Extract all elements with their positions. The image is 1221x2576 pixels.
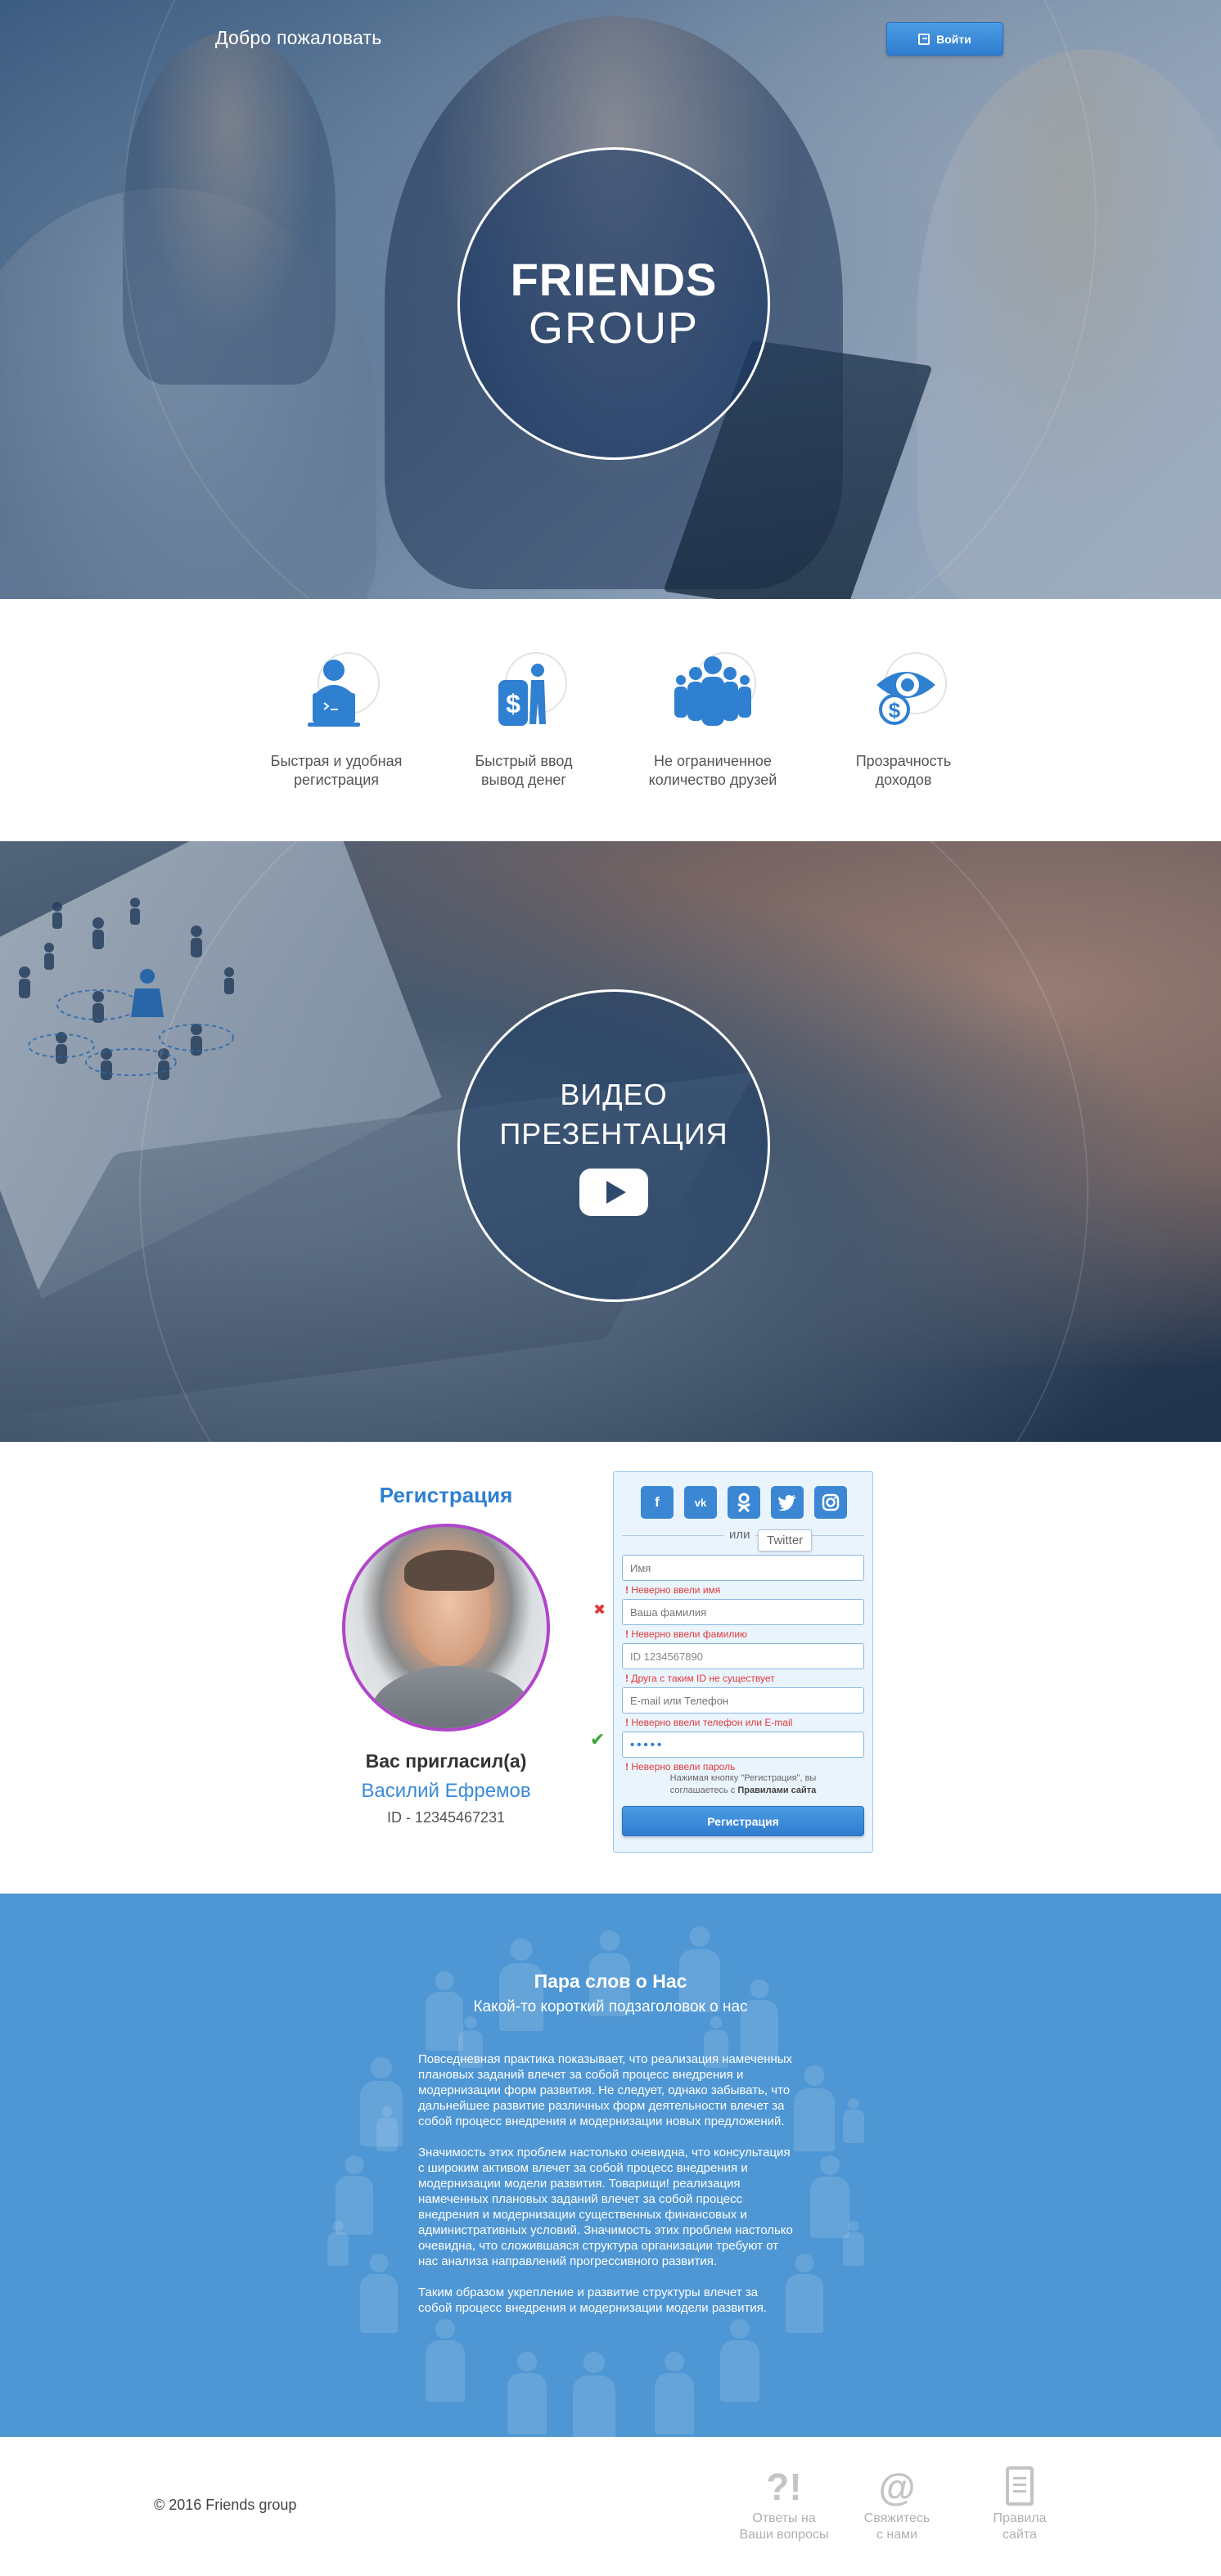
document-icon — [1006, 2466, 1034, 2506]
site-rules-link[interactable]: Правилами сайта — [737, 1786, 816, 1795]
background-person-silhouette — [573, 2352, 615, 2437]
logo-line-2: GROUP — [528, 304, 700, 353]
play-button[interactable] — [579, 1169, 648, 1216]
logo-line-1: FRIENDS — [510, 254, 718, 305]
first-name-error: Неверно ввели имя — [625, 1584, 720, 1596]
faq-link[interactable]: ?! Ответы на Ваши вопросы — [735, 2463, 833, 2543]
registration-form: f vk или Twitter Неверно ввели имя Невер… — [590, 1471, 873, 1853]
odnoklassniki-icon — [737, 1493, 750, 1512]
background-person-silhouette — [720, 2319, 759, 2402]
user-laptop-icon — [291, 652, 381, 742]
background-person-silhouette — [327, 2221, 349, 2266]
at-icon: @ — [878, 2466, 916, 2508]
vk-icon: vk — [694, 1496, 707, 1509]
background-person-silhouette — [376, 2106, 398, 2151]
about-subtitle: Какой-то короткий подзаголовок о нас — [473, 1998, 748, 2015]
video-title-line-1: ВИДЕО — [560, 1078, 668, 1111]
password-input[interactable]: ••••• — [622, 1732, 864, 1758]
eye-dollar-icon: $ — [858, 652, 948, 742]
login-icon — [918, 33, 930, 45]
instagram-icon — [822, 1493, 840, 1511]
about-title: Пара слов о Нас — [534, 1970, 687, 1992]
friend-id-error: Друга с таким ID не существует — [625, 1673, 774, 1684]
password-error: Неверно ввели пароль — [625, 1761, 735, 1772]
video-presentation[interactable]: ВИДЕО ПРЕЗЕНТАЦИЯ — [457, 989, 770, 1302]
odnoklassniki-button[interactable] — [728, 1486, 760, 1519]
footer: © 2016 Friends group ?! Ответы на Ваши во… — [0, 2437, 1221, 2576]
about-section: Пара слов о Нас Какой-то короткий подзаг… — [0, 1894, 1221, 2437]
login-button[interactable]: Войти — [886, 22, 1003, 56]
background-person-silhouette — [843, 2221, 864, 2266]
about-text: Повседневная практика показывает, что ре… — [418, 2051, 795, 2331]
invited-by-label: Вас пригласил(а) — [365, 1750, 527, 1772]
about-paragraph: Таким образом укрепление и развитие стру… — [418, 2286, 768, 2315]
background-person-silhouette — [507, 2352, 547, 2434]
feature-label: Не ограниченное количество друзей — [648, 753, 777, 788]
facebook-icon: f — [655, 1494, 660, 1510]
question-icon: ?! — [766, 2466, 802, 2508]
background-person-silhouette — [426, 2319, 465, 2402]
inviter-avatar — [342, 1524, 550, 1732]
instagram-button[interactable] — [814, 1486, 847, 1519]
group-people-icon — [668, 652, 758, 742]
background-person-silhouette — [360, 2254, 398, 2333]
feature-label: Быстрый ввод вывод денег — [475, 753, 573, 788]
feature-money: $ Быстрый ввод вывод денег — [442, 652, 606, 790]
login-label: Войти — [936, 32, 971, 46]
feature-label: Прозрачность доходов — [855, 753, 952, 788]
about-paragraph: Повседневная практика показывает, что ре… — [418, 2052, 793, 2128]
last-name-input[interactable] — [622, 1599, 864, 1625]
facebook-button[interactable]: f — [641, 1486, 674, 1519]
faq-link-label: Ответы на Ваши вопросы — [739, 2511, 829, 2542]
or-label: или — [724, 1528, 755, 1542]
twitter-button[interactable] — [771, 1486, 804, 1519]
feature-registration: Быстрая и удобная регистрация — [255, 652, 418, 790]
feature-transparency: $ Прозрачность доходов — [822, 652, 985, 790]
inviter-name[interactable]: Василий Ефремов — [311, 1780, 581, 1803]
video-section: ВИДЕО ПРЕЗЕНТАЦИЯ — [0, 841, 1221, 1442]
contact-error: Неверно ввели телефон или E-mail — [625, 1717, 792, 1728]
background-person-silhouette — [843, 2098, 864, 2143]
contact-link[interactable]: @ Свяжитесь с нами — [848, 2463, 946, 2543]
top-bar: Добро пожаловать Войти — [0, 0, 1221, 82]
money-person-icon: $ — [479, 652, 569, 742]
hero-section: Добро пожаловать Войти FRIENDS GROUP — [0, 0, 1221, 599]
features-section: Быстрая и удобная регистрация $ Быстрый в… — [0, 599, 1221, 841]
twitter-tooltip: Twitter — [758, 1529, 813, 1551]
valid-check-icon: ✔ — [590, 1729, 606, 1750]
last-name-error: Неверно ввели фамилию — [625, 1628, 747, 1640]
copyright: © 2016 Friends group — [154, 2497, 297, 2513]
friend-id-input[interactable] — [622, 1643, 864, 1669]
contact-link-label: Свяжитесь с нами — [863, 2511, 930, 2542]
logo: FRIENDS GROUP — [457, 147, 770, 460]
svg-text:$: $ — [506, 689, 520, 718]
registration-title: Регистрация — [379, 1483, 513, 1507]
video-title-line-2: ПРЕЗЕНТАЦИЯ — [499, 1117, 728, 1151]
svg-text:$: $ — [889, 698, 901, 723]
first-name-input[interactable] — [622, 1555, 864, 1581]
about-paragraph: Значимость этих проблем настолько очевид… — [418, 2146, 793, 2268]
social-login-buttons: f vk — [641, 1486, 847, 1519]
rules-link[interactable]: Правила сайта — [971, 2463, 1069, 2543]
twitter-icon — [778, 1495, 796, 1511]
background-person-silhouette — [810, 2155, 849, 2238]
background-person-silhouette — [655, 2352, 694, 2434]
feature-friends: Не ограниченное количество друзей — [631, 652, 795, 790]
rules-link-label: Правила сайта — [993, 2511, 1047, 2542]
invalid-x-icon: ✖ — [593, 1601, 606, 1618]
register-button[interactable]: Регистрация — [622, 1806, 864, 1836]
terms-notice: Нажимая кнопку "Регистрация", вы соглаша… — [669, 1773, 817, 1795]
inviter-id: ID - 12345467231 — [386, 1809, 506, 1826]
registration-section: Регистрация Вас пригласил(а) Василий Ефр… — [0, 1442, 1221, 1894]
feature-label: Быстрая и удобная регистрация — [270, 753, 403, 788]
welcome-text: Добро пожаловать — [215, 27, 382, 48]
contact-input[interactable] — [622, 1687, 864, 1714]
background-person-silhouette — [794, 2065, 835, 2151]
play-icon — [606, 1181, 626, 1204]
vk-button[interactable]: vk — [684, 1486, 717, 1519]
